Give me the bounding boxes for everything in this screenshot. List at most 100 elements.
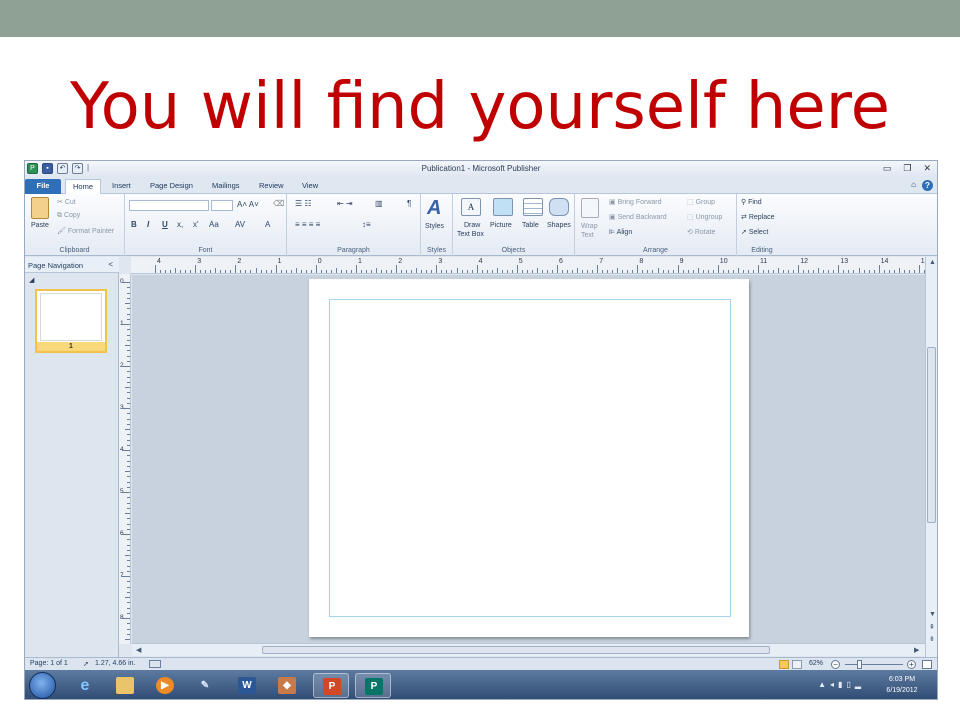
horizontal-ruler[interactable]: 43210123456789101112131415 bbox=[131, 257, 935, 274]
taskbar-powerpoint[interactable]: P bbox=[313, 673, 349, 698]
scroll-right-icon[interactable]: ▶ bbox=[914, 646, 919, 654]
zoom-in-icon[interactable]: + bbox=[907, 660, 916, 669]
publication-page[interactable] bbox=[309, 279, 749, 637]
objects-label: Objects bbox=[501, 247, 526, 254]
bullets-icon[interactable]: ☰ ☷ bbox=[295, 199, 312, 208]
wrap-text-label2[interactable]: Text bbox=[581, 232, 594, 239]
group-button[interactable]: ⬚ Group bbox=[687, 198, 715, 206]
change-case-button[interactable]: Aa bbox=[209, 220, 219, 229]
ungroup-button[interactable]: ⬚ Ungroup bbox=[687, 213, 722, 221]
cut-button[interactable]: ✂ Cut bbox=[57, 198, 76, 206]
font-color-button[interactable]: A bbox=[265, 220, 270, 229]
tab-mailings[interactable]: Mailings bbox=[205, 179, 247, 194]
taskbar-ie[interactable]: e bbox=[67, 673, 103, 698]
scroll-left-icon[interactable]: ◀ bbox=[136, 646, 141, 654]
paste-button[interactable]: Paste bbox=[31, 222, 49, 229]
replace-button[interactable]: ⇄ Replace bbox=[741, 213, 775, 221]
wrap-text-label1[interactable]: Wrap bbox=[581, 223, 598, 230]
h-ruler-tick bbox=[526, 270, 528, 273]
styles-button[interactable]: Styles bbox=[425, 223, 444, 230]
text-box-icon[interactable]: A bbox=[461, 198, 481, 216]
picture-button[interactable]: Picture bbox=[490, 222, 512, 229]
tab-page-design[interactable]: Page Design bbox=[143, 179, 200, 194]
minimize-ribbon-icon[interactable]: ⌂ bbox=[911, 180, 916, 191]
tab-review[interactable]: Review bbox=[252, 179, 291, 194]
font-size-combo[interactable] bbox=[211, 200, 233, 211]
vertical-scrollbar[interactable]: ▲ ▼ ⇞ ⇟ bbox=[925, 257, 937, 657]
copy-button[interactable]: ⧉ Copy bbox=[57, 212, 80, 220]
bring-forward-button[interactable]: ▣ Bring Forward bbox=[609, 198, 662, 206]
vertical-scroll-thumb[interactable] bbox=[927, 347, 936, 523]
paste-icon[interactable] bbox=[31, 197, 49, 219]
horizontal-scrollbar[interactable]: ◀ ▶ bbox=[132, 643, 925, 656]
page-indicator[interactable]: Page: 1 of 1 bbox=[30, 660, 68, 667]
taskbar-paint[interactable]: ✎ bbox=[187, 673, 223, 698]
pilcrow-button[interactable]: ¶ bbox=[407, 199, 411, 208]
clear-format-icon[interactable]: ⌫ bbox=[273, 199, 284, 208]
minimize-icon[interactable]: ▭ bbox=[883, 163, 892, 174]
select-button[interactable]: ➚ Select bbox=[741, 228, 768, 236]
fit-page-icon[interactable] bbox=[922, 660, 932, 669]
bold-button[interactable]: B bbox=[131, 220, 137, 229]
indent-icon[interactable]: ⇤ ⇥ bbox=[337, 199, 353, 208]
character-spacing-button[interactable]: AV bbox=[235, 220, 245, 229]
rotate-button[interactable]: ⟲ Rotate bbox=[687, 228, 715, 236]
zoom-slider[interactable] bbox=[845, 664, 903, 665]
vertical-ruler[interactable]: 012345678 bbox=[119, 274, 131, 644]
collapse-nav-button[interactable]: < bbox=[108, 260, 113, 269]
expand-arrow-icon[interactable]: ◢ bbox=[29, 276, 34, 284]
styles-icon[interactable]: A bbox=[427, 197, 447, 219]
help-icon[interactable]: ? bbox=[922, 180, 933, 191]
previous-page-icon[interactable]: ⇞ bbox=[929, 623, 935, 631]
start-button[interactable] bbox=[29, 672, 56, 699]
shapes-icon[interactable] bbox=[549, 198, 569, 216]
h-ruler-tick bbox=[275, 265, 277, 273]
tab-file[interactable]: File bbox=[25, 179, 61, 194]
taskbar-word[interactable]: W bbox=[229, 673, 265, 698]
table-button[interactable]: Table bbox=[522, 222, 539, 229]
h-ruler-tick bbox=[305, 270, 307, 273]
close-icon[interactable]: ✕ bbox=[923, 163, 931, 174]
draw-text-box-label2[interactable]: Text Box bbox=[457, 231, 484, 238]
grow-font-icon[interactable]: A˄ A˅ bbox=[237, 200, 259, 209]
tray-icons[interactable]: ▲◂▮▯▂ bbox=[818, 680, 865, 689]
align-icons[interactable]: ≡ ≡ ≡ ≡ bbox=[295, 220, 320, 229]
scroll-down-icon[interactable]: ▼ bbox=[929, 611, 936, 618]
horizontal-scroll-thumb[interactable] bbox=[262, 646, 770, 654]
find-button[interactable]: ⚲ Find bbox=[741, 198, 762, 206]
picture-icon[interactable] bbox=[493, 198, 513, 216]
subscript-button[interactable]: x, bbox=[177, 220, 183, 229]
zoom-slider-knob[interactable] bbox=[857, 660, 862, 669]
tab-home[interactable]: Home bbox=[65, 179, 102, 194]
tab-insert[interactable]: Insert bbox=[105, 179, 138, 194]
format-painter-button[interactable]: 🖌 Format Painter bbox=[57, 227, 114, 235]
next-page-icon[interactable]: ⇟ bbox=[929, 635, 935, 643]
line-spacing-icon[interactable]: ↕≡ bbox=[362, 220, 371, 229]
table-icon[interactable] bbox=[523, 198, 543, 216]
scroll-up-icon[interactable]: ▲ bbox=[929, 259, 936, 266]
restore-icon[interactable]: ❐ bbox=[903, 163, 911, 174]
underline-button[interactable]: U bbox=[162, 220, 168, 229]
page-thumbnail[interactable]: 1 bbox=[35, 289, 107, 353]
window-controls: ▭ ❐ ✕ bbox=[883, 163, 931, 174]
taskbar-media-player[interactable]: ▶ bbox=[147, 673, 183, 698]
taskbar-app[interactable]: ◆ bbox=[269, 673, 305, 698]
clock[interactable]: 6:03 PM 6/19/2012 bbox=[877, 674, 927, 696]
shapes-button[interactable]: Shapes bbox=[547, 222, 571, 229]
zoom-level[interactable]: 62% bbox=[809, 660, 823, 667]
align-button[interactable]: ⊫ Align bbox=[609, 228, 632, 236]
taskbar-publisher[interactable]: P bbox=[355, 673, 391, 698]
two-page-view-icon[interactable] bbox=[792, 660, 802, 669]
columns-icon[interactable]: ▥ bbox=[375, 199, 383, 208]
zoom-out-icon[interactable]: − bbox=[831, 660, 840, 669]
italic-button[interactable]: I bbox=[147, 220, 149, 229]
draw-text-box-label1[interactable]: Draw bbox=[464, 222, 480, 229]
taskbar-explorer[interactable] bbox=[107, 673, 143, 698]
wrap-text-icon[interactable] bbox=[581, 198, 599, 218]
superscript-button[interactable]: x' bbox=[193, 220, 199, 229]
tab-view[interactable]: View bbox=[295, 179, 325, 194]
send-backward-button[interactable]: ▣ Send Backward bbox=[609, 213, 667, 221]
single-page-view-icon[interactable] bbox=[779, 660, 789, 669]
font-name-combo[interactable] bbox=[129, 200, 209, 211]
h-ruler-tick bbox=[416, 268, 418, 273]
